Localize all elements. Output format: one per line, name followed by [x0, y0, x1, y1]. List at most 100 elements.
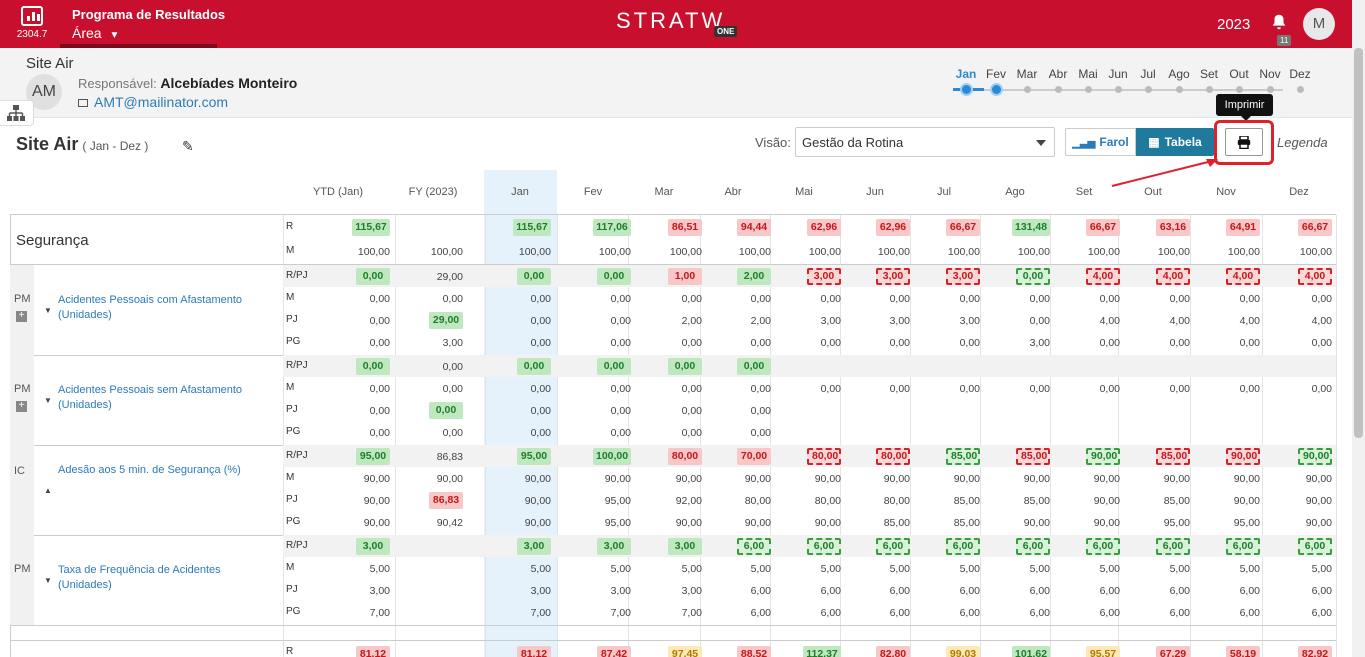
- value-badge: 81,12: [356, 646, 390, 657]
- value-badge: 64,91: [1226, 219, 1260, 236]
- table-top-border: [10, 214, 1336, 215]
- timeline-month-jan[interactable]: Jan: [951, 67, 981, 81]
- value-badge: 86,51: [668, 219, 702, 236]
- timeline-dot[interactable]: [1085, 86, 1092, 93]
- value-cell: 3,00: [681, 585, 702, 597]
- timeline-month-fev[interactable]: Fev: [981, 67, 1011, 81]
- view-select[interactable]: Gestão da Rotina: [795, 127, 1055, 157]
- column-header: Set: [1075, 186, 1093, 198]
- unit-name: Site Air: [26, 55, 74, 72]
- view-label: Visão:: [755, 135, 791, 150]
- column-header: Nov: [1216, 186, 1236, 198]
- value-badge: 3,00: [356, 538, 390, 555]
- timeline-dot[interactable]: [1297, 86, 1304, 93]
- value-badge: 112,37: [803, 646, 841, 657]
- expand-plus-icon[interactable]: +: [16, 401, 27, 412]
- year-label[interactable]: 2023: [1217, 16, 1250, 33]
- value-cell: 90,00: [363, 473, 390, 485]
- indicator-name[interactable]: Adesão aos 5 min. de Segurança (%): [58, 463, 258, 478]
- legend-link[interactable]: Legenda: [1277, 135, 1328, 150]
- caret-down-icon[interactable]: ▼: [44, 396, 52, 405]
- value-badge: 85,00: [1016, 448, 1050, 465]
- value-badge: 4,00: [1156, 268, 1190, 285]
- value-cell: 100,00: [518, 246, 551, 258]
- timeline-dot[interactable]: [990, 83, 1003, 96]
- bell-icon[interactable]: [1270, 13, 1288, 31]
- value-cell: 100,00: [947, 246, 980, 258]
- timeline-month-out[interactable]: Out: [1224, 67, 1254, 81]
- caret-down-icon[interactable]: ▼: [44, 306, 52, 315]
- value-cell: 92,00: [675, 495, 702, 507]
- timeline-month-jul[interactable]: Jul: [1133, 67, 1163, 81]
- value-cell: 0,00: [442, 361, 463, 373]
- value-badge: 0,00: [597, 358, 631, 375]
- value-badge: 82,92: [1298, 646, 1332, 657]
- timeline-month-set[interactable]: Set: [1194, 67, 1224, 81]
- edit-pencil-icon[interactable]: ✎: [182, 138, 194, 155]
- timeline-dot[interactable]: [1055, 86, 1062, 93]
- column-header: YTD (Jan): [312, 186, 364, 198]
- value-badge: 100,00: [593, 448, 631, 465]
- value-cell: 6,00: [1099, 607, 1120, 619]
- column-divider: [1336, 215, 1337, 657]
- org-chart-button[interactable]: [0, 100, 34, 126]
- timeline-dot[interactable]: [1236, 86, 1243, 93]
- timeline-dot[interactable]: [1176, 86, 1183, 93]
- value-cell: 0,00: [369, 383, 390, 395]
- timeline-month-mai[interactable]: Mai: [1073, 67, 1103, 81]
- row-label: M: [286, 382, 295, 393]
- timeline-dot[interactable]: [1267, 86, 1274, 93]
- value-cell: 4,00: [1099, 315, 1120, 327]
- column-header: Jun: [866, 186, 884, 198]
- indicator-name[interactable]: Acidentes Pessoais sem Afastamento (Unid…: [58, 383, 258, 413]
- caret-down-icon[interactable]: ▼: [44, 576, 52, 585]
- timeline-month-dez[interactable]: Dez: [1285, 67, 1315, 81]
- value-badge: 4,00: [1226, 268, 1260, 285]
- timeline-month-mar[interactable]: Mar: [1012, 67, 1042, 81]
- org-chart-icon: [7, 105, 25, 121]
- value-cell: 6,00: [1029, 585, 1050, 597]
- print-button[interactable]: [1225, 128, 1263, 156]
- value-cell: 85,00: [883, 517, 910, 529]
- page-scrollbar[interactable]: [1352, 0, 1365, 657]
- app-root: 2304.7 Programa de Resultados Área ▼ STR…: [0, 0, 1365, 657]
- value-cell: 6,00: [1239, 585, 1260, 597]
- brand-logo: STRATW: [616, 8, 726, 33]
- value-cell: 5,00: [1099, 563, 1120, 575]
- responsible-email[interactable]: AMT@mailinator.com: [78, 94, 228, 110]
- caret-up-icon[interactable]: ▲: [44, 486, 52, 495]
- value-cell: 6,00: [750, 607, 771, 619]
- timeline-month-abr[interactable]: Abr: [1043, 67, 1073, 81]
- column-header: Out: [1144, 186, 1162, 198]
- app-logo[interactable]: 2304.7: [12, 6, 52, 44]
- value-cell: 90,42: [436, 517, 463, 529]
- timeline-dot[interactable]: [1145, 86, 1152, 93]
- value-cell: 100,00: [669, 246, 702, 258]
- value-cell: 3,00: [610, 585, 631, 597]
- indicator-type-column: [10, 445, 34, 535]
- timeline-month-nov[interactable]: Nov: [1255, 67, 1285, 81]
- indicator-name[interactable]: Taxa de Frequência de Acidentes (Unidade…: [58, 563, 258, 593]
- timeline-dot[interactable]: [1206, 86, 1213, 93]
- timeline-dot[interactable]: [1115, 86, 1122, 93]
- row-label: PJ: [286, 494, 298, 505]
- value-cell: 100,00: [357, 246, 390, 258]
- tabela-view-button[interactable]: ▦ Tabela: [1136, 128, 1214, 156]
- area-selector[interactable]: Área ▼: [72, 25, 119, 41]
- timeline-month-jun[interactable]: Jun: [1103, 67, 1133, 81]
- value-cell: 0,00: [681, 383, 702, 395]
- user-avatar[interactable]: M: [1303, 8, 1335, 40]
- farol-view-button[interactable]: ▁▃▅ Farol: [1065, 128, 1136, 156]
- timeline-dot[interactable]: [1024, 86, 1031, 93]
- value-badge: 58,19: [1226, 646, 1260, 657]
- value-cell: 0,00: [1239, 383, 1260, 395]
- value-badge: 80,00: [876, 448, 910, 465]
- value-cell: 90,00: [1023, 517, 1050, 529]
- row-label: PJ: [286, 584, 298, 595]
- timeline-month-ago[interactable]: Ago: [1164, 67, 1194, 81]
- indicator-name[interactable]: Acidentes Pessoais com Afastamento (Unid…: [58, 293, 258, 323]
- timeline-dot[interactable]: [960, 83, 973, 96]
- scrollbar-thumb[interactable]: [1354, 48, 1363, 438]
- expand-plus-icon[interactable]: +: [16, 311, 27, 322]
- value-cell: 0,00: [1169, 383, 1190, 395]
